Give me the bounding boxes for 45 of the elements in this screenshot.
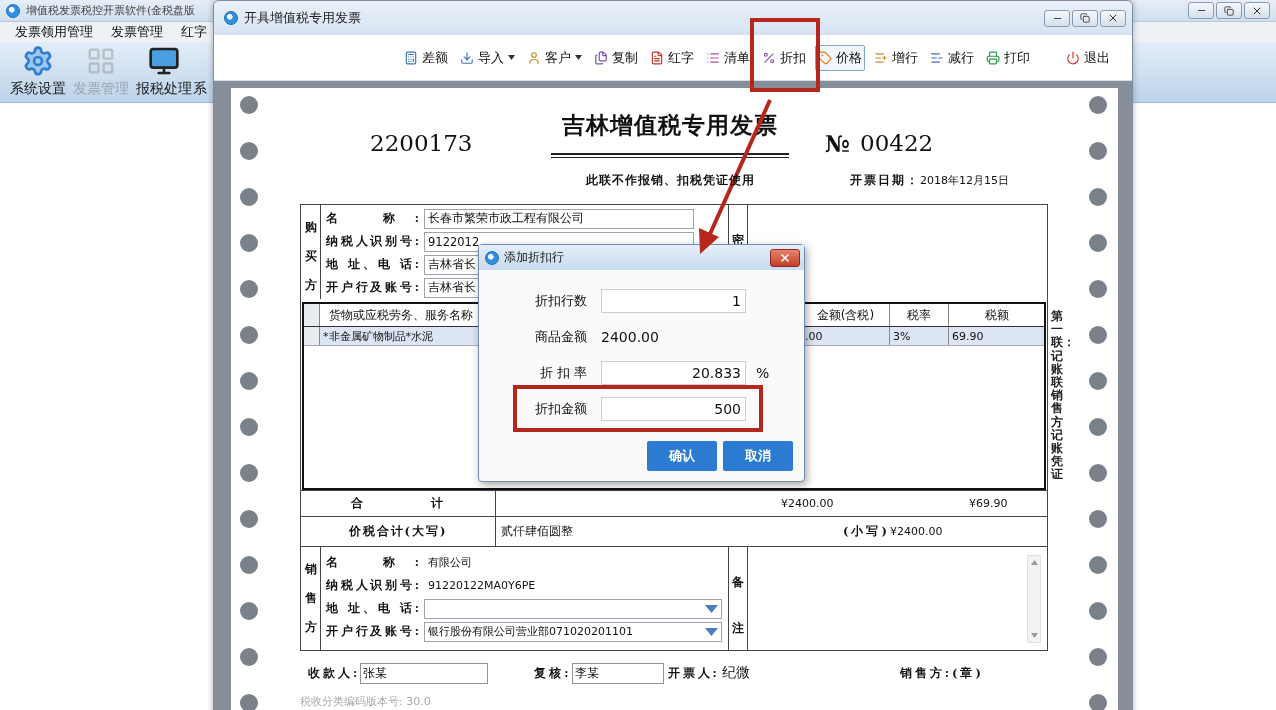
table-cell-text: 69.90	[951, 328, 985, 345]
column-header: 税率	[890, 304, 949, 326]
invoice-number: 00422	[860, 130, 934, 156]
field-label: 纳税人识别号:	[326, 234, 419, 249]
total-label: 合 计	[301, 491, 496, 516]
buyer-label: 购买方	[301, 205, 321, 300]
date-label: 开票日期：	[850, 172, 920, 188]
invoice-date: 2018年12月15日	[920, 172, 1009, 188]
issuer-name: 纪微	[721, 664, 750, 682]
field-label: 开户行及账号:	[326, 624, 419, 639]
field-label: 地 址、电 话:	[326, 601, 419, 616]
amount-in-words: 贰仟肆佰圆整	[501, 523, 574, 540]
field-value: 91220122MA0Y6PE	[428, 579, 536, 592]
field-label: 折扣行数	[534, 292, 587, 310]
column-header: 税额	[983, 306, 1010, 324]
seller-label: 销售方	[301, 547, 321, 651]
amount-in-figures: ¥2400.00	[889, 525, 944, 538]
payee-label: 收款人:	[308, 665, 361, 681]
field-label: 纳税人识别号:	[326, 578, 419, 593]
field-label: 开户行及账号:	[326, 280, 419, 295]
field-label: 商品金额	[534, 328, 587, 346]
field-label: 折扣金额	[534, 400, 587, 418]
total-tax: ¥69.90	[969, 497, 1009, 510]
invoice-code: 2200173	[370, 130, 473, 156]
field-value: 银行股份有限公司营业部071020201101	[428, 624, 633, 639]
field-label: 地 址、电 话:	[326, 257, 419, 272]
figure-label: (小写)	[843, 524, 890, 539]
field-label: 折 扣 率	[538, 364, 587, 382]
field-label: 名 称:	[326, 211, 419, 226]
seal-label: 销售方:(章)	[899, 665, 984, 681]
number-sign: №	[825, 129, 850, 157]
table-cell: 3%	[890, 327, 949, 345]
grand-total-label: 价税合计(大写)	[301, 517, 496, 546]
dialog-title: 添加折扣行	[504, 249, 564, 266]
reviewer-label: 复核:	[534, 665, 572, 681]
unit-label: %	[756, 365, 770, 381]
version-text: 税收分类编码版本号: 30.0	[300, 694, 432, 709]
field-value: 2400.00	[601, 329, 659, 345]
remarks-label: 备注	[728, 547, 748, 651]
field-value: 有限公司	[428, 555, 472, 570]
field-label: 名 称:	[326, 555, 419, 570]
window-title: 开具增值税专用发票	[244, 9, 361, 27]
window-title: 增值税发票税控开票软件(金税盘版	[26, 3, 196, 18]
issuer-label: 开票人:	[667, 665, 720, 681]
total-amount: ¥2400.00	[781, 497, 835, 510]
